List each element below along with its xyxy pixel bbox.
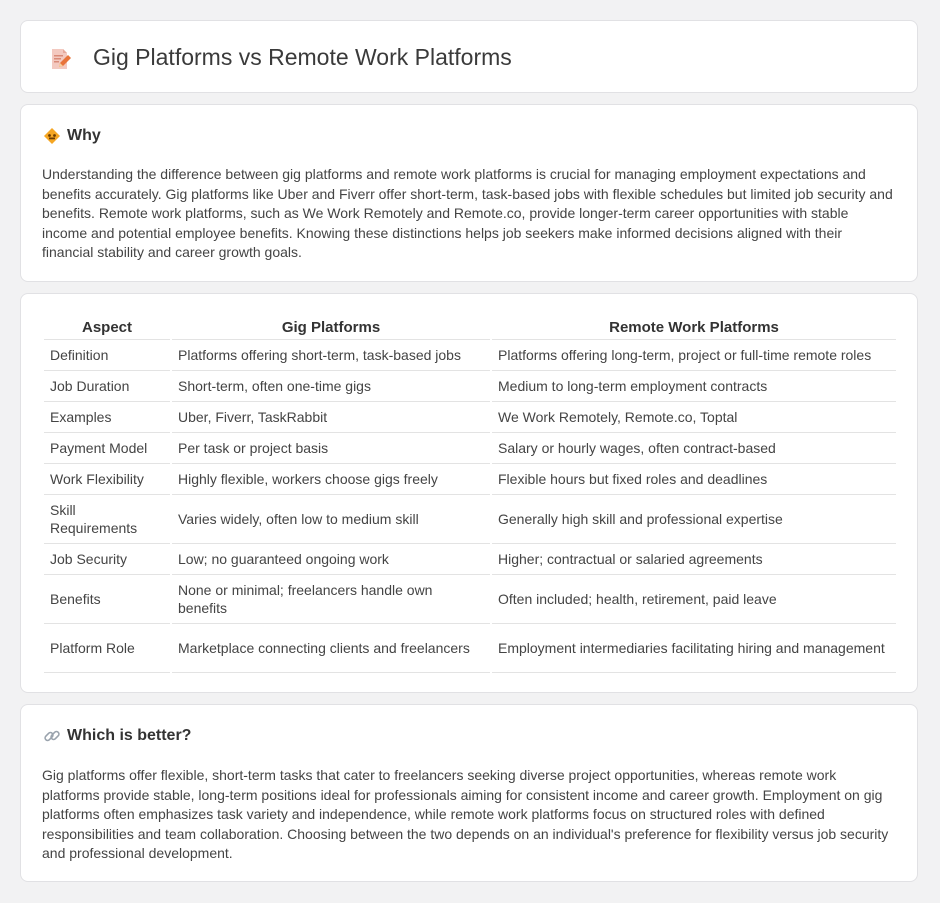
- table-cell: Higher; contractual or salaried agreemen…: [492, 544, 896, 575]
- table-cell: Medium to long-term employment contracts: [492, 371, 896, 402]
- table-row: Skill Requirements Varies widely, often …: [44, 495, 896, 544]
- comparison-table: Aspect Gig Platforms Remote Work Platfor…: [42, 317, 898, 673]
- why-heading: Why: [67, 127, 101, 144]
- table-cell: Often included; health, retirement, paid…: [492, 575, 896, 624]
- table-cell: Uber, Fiverr, TaskRabbit: [172, 402, 490, 433]
- table-cell: Payment Model: [44, 433, 170, 464]
- which-is-better-heading: Which is better?: [67, 727, 192, 744]
- table-cell: Examples: [44, 402, 170, 433]
- table-cell: Definition: [44, 340, 170, 371]
- table-cell: Job Security: [44, 544, 170, 575]
- header-card: Gig Platforms vs Remote Work Platforms: [20, 20, 918, 93]
- link-icon: [43, 727, 61, 745]
- table-cell: Highly flexible, workers choose gigs fre…: [172, 464, 490, 495]
- table-cell: Platform Role: [44, 624, 170, 673]
- which-is-better-text: Gig platforms offer flexible, short-term…: [42, 767, 889, 862]
- document-pencil-icon: [48, 47, 72, 71]
- page-title: Gig Platforms vs Remote Work Platforms: [93, 44, 512, 70]
- table-row: Job Duration Short-term, often one-time …: [44, 371, 896, 402]
- table-cell: Work Flexibility: [44, 464, 170, 495]
- table-cell: Platforms offering short-term, task-base…: [172, 340, 490, 371]
- table-row: Payment Model Per task or project basis …: [44, 433, 896, 464]
- table-cell: Job Duration: [44, 371, 170, 402]
- table-cell: We Work Remotely, Remote.co, Toptal: [492, 402, 896, 433]
- warning-diamond-icon: [43, 127, 61, 145]
- table-cell: Generally high skill and professional ex…: [492, 495, 896, 544]
- which-is-better-section: Which is better? Gig platforms offer fle…: [20, 704, 918, 882]
- table-cell: Low; no guaranteed ongoing work: [172, 544, 490, 575]
- why-text: Understanding the difference between gig…: [42, 166, 893, 261]
- table-header-row: Aspect Gig Platforms Remote Work Platfor…: [44, 317, 896, 340]
- table-row: Work Flexibility Highly flexible, worker…: [44, 464, 896, 495]
- table-cell: Varies widely, often low to medium skill: [172, 495, 490, 544]
- table-cell: Skill Requirements: [44, 495, 170, 544]
- column-header: Gig Platforms: [172, 317, 490, 340]
- column-header: Aspect: [44, 317, 170, 340]
- table-cell: None or minimal; freelancers handle own …: [172, 575, 490, 624]
- table-cell: Salary or hourly wages, often contract-b…: [492, 433, 896, 464]
- table-cell: Per task or project basis: [172, 433, 490, 464]
- table-row: Examples Uber, Fiverr, TaskRabbit We Wor…: [44, 402, 896, 433]
- table-row: Definition Platforms offering short-term…: [44, 340, 896, 371]
- table-row: Benefits None or minimal; freelancers ha…: [44, 575, 896, 624]
- comparison-card: Aspect Gig Platforms Remote Work Platfor…: [20, 293, 918, 693]
- table-cell: Benefits: [44, 575, 170, 624]
- why-section: Why Understanding the difference between…: [20, 104, 918, 282]
- column-header: Remote Work Platforms: [492, 317, 896, 340]
- table-row: Platform Role Marketplace connecting cli…: [44, 624, 896, 673]
- table-cell: Marketplace connecting clients and freel…: [172, 624, 490, 673]
- table-cell: Flexible hours but fixed roles and deadl…: [492, 464, 896, 495]
- table-row: Job Security Low; no guaranteed ongoing …: [44, 544, 896, 575]
- table-cell: Employment intermediaries facilitating h…: [492, 624, 896, 673]
- table-cell: Short-term, often one-time gigs: [172, 371, 490, 402]
- table-cell: Platforms offering long-term, project or…: [492, 340, 896, 371]
